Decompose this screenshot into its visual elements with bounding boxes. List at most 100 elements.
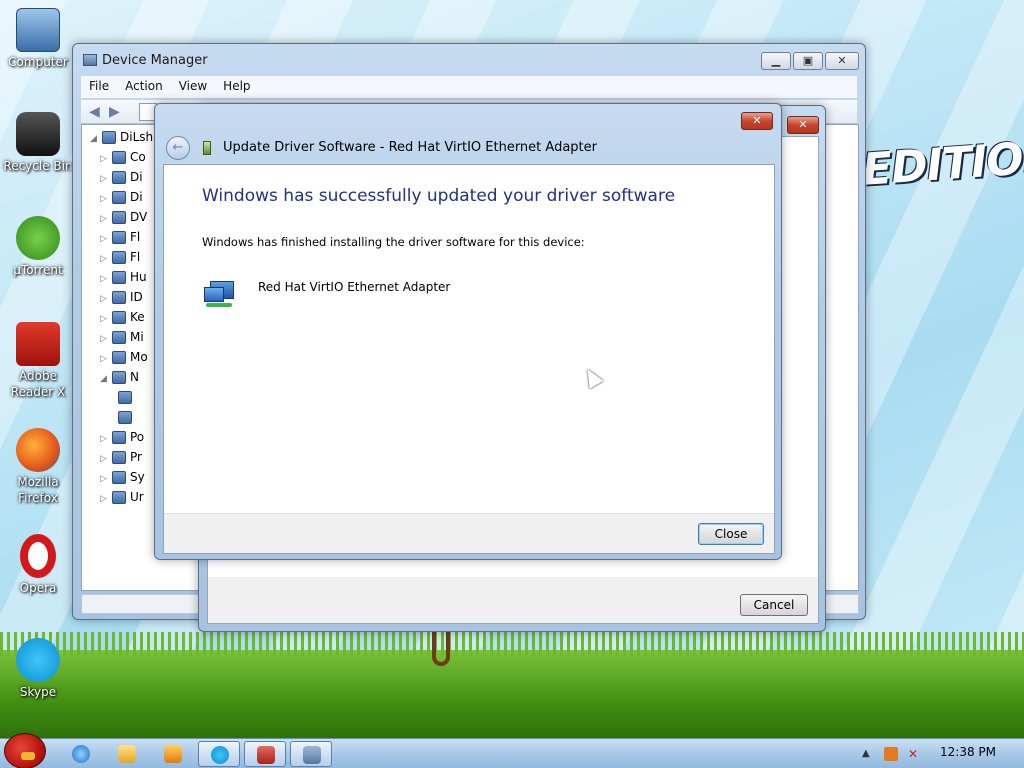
menu-help[interactable]: Help (215, 76, 258, 96)
tray-app-icon[interactable] (884, 747, 898, 761)
desktop-icon-label: Recycle Bin (3, 159, 73, 173)
close-button[interactable]: ✕ (825, 52, 859, 70)
tree-item[interactable] (118, 407, 136, 427)
menu-file[interactable]: File (81, 76, 117, 96)
maximize-button[interactable]: ▣ (793, 52, 823, 70)
menu-view[interactable]: View (171, 76, 215, 96)
show-hidden-icons-icon[interactable]: ▲ (862, 747, 876, 761)
network-adapter-icon (118, 391, 132, 404)
taskbar-skype[interactable] (198, 741, 240, 767)
taskbar-driver-wizard[interactable] (244, 741, 286, 767)
expand-arrow-icon: ▷ (100, 274, 107, 284)
tree-item[interactable]: ▷ Di (100, 167, 143, 187)
close-button[interactable]: ✕ (787, 116, 819, 134)
firefox-icon (16, 428, 60, 472)
close-icon: ✕ (798, 118, 808, 131)
computer-icon (102, 131, 116, 144)
device-category-icon (112, 431, 126, 444)
recycle-bin-icon (16, 112, 60, 156)
desktop-icon-label: Adobe Reader X (10, 369, 66, 399)
minimize-button[interactable]: ▁ (761, 52, 791, 70)
media-player-icon (164, 745, 182, 763)
driver-icon (203, 141, 211, 155)
close-dialog-button[interactable]: Close (698, 523, 764, 545)
network-adapter-icon (202, 279, 236, 309)
device-category-icon (112, 211, 126, 224)
collapse-arrow-icon: ◢ (100, 374, 107, 384)
expand-arrow-icon: ▷ (100, 314, 107, 324)
device-category-icon (112, 471, 126, 484)
expand-arrow-icon: ▷ (100, 194, 107, 204)
tree-item[interactable] (118, 387, 136, 407)
start-orb-beak (21, 752, 35, 760)
back-button[interactable]: ◀ (89, 103, 107, 121)
tree-item[interactable]: ▷ Mi (100, 327, 144, 347)
desktop-icon-label: Mozilla Firefox (17, 475, 59, 505)
dialog-footer: Close (164, 513, 774, 553)
expand-arrow-icon: ▷ (100, 234, 107, 244)
expand-arrow-icon: ▷ (100, 174, 107, 184)
restore-icon: ▣ (802, 54, 814, 67)
tree-root[interactable]: ◢ DiLsh (90, 127, 153, 147)
taskbar-internet-explorer[interactable] (60, 741, 102, 767)
usb-icon (112, 491, 126, 504)
tree-item[interactable]: ▷ Ke (100, 307, 145, 327)
folder-icon (118, 745, 136, 763)
close-button[interactable]: ✕ (741, 112, 773, 130)
tree-item[interactable]: ▷ DV (100, 207, 147, 227)
tree-item[interactable]: ▷ Pr (100, 447, 142, 467)
device-category-icon (112, 351, 126, 364)
tree-item[interactable]: ▷ Fl (100, 247, 140, 267)
wallpaper-slingshot (432, 632, 450, 666)
desktop-icon-utorrent[interactable]: µTorrent (0, 216, 76, 278)
device-category-icon (112, 231, 126, 244)
desktop-icon-skype[interactable]: Skype (0, 638, 76, 700)
volume-muted-icon[interactable]: ✕ (908, 747, 922, 761)
menu-bar: File Action View Help (81, 76, 857, 98)
tree-item[interactable]: ▷ ID (100, 287, 143, 307)
expand-arrow-icon: ▷ (100, 354, 107, 364)
tree-item[interactable]: ▷ Hu (100, 267, 147, 287)
forward-button[interactable]: ▶ (109, 103, 127, 121)
desktop-icon-opera[interactable]: Opera (0, 534, 76, 596)
dialog-content: Windows has successfully updated your dr… (163, 164, 775, 554)
tree-item[interactable]: ▷ Po (100, 427, 144, 447)
desktop-icon-label: µTorrent (13, 263, 63, 277)
minimize-icon: ▁ (771, 54, 781, 67)
desktop-icon-adobe-reader[interactable]: Adobe Reader X (0, 322, 76, 400)
success-heading: Windows has successfully updated your dr… (202, 186, 676, 206)
taskbar-media-player[interactable] (152, 741, 194, 767)
expand-arrow-icon: ▷ (100, 434, 107, 444)
back-button[interactable]: ← (166, 136, 190, 160)
expand-arrow-icon: ▷ (100, 454, 107, 464)
start-button[interactable] (4, 733, 46, 768)
expand-arrow-icon: ▷ (100, 494, 107, 504)
close-icon: ✕ (752, 114, 762, 127)
tree-item[interactable]: ◢ N (100, 367, 139, 387)
opera-icon (20, 534, 56, 578)
cancel-button[interactable]: Cancel (740, 594, 808, 616)
tree-item[interactable]: ▷ Ur (100, 487, 144, 507)
tree-item[interactable]: ▷ Co (100, 147, 146, 167)
close-icon: ✕ (837, 54, 847, 67)
update-driver-success-dialog[interactable]: ✕ ← Update Driver Software - Red Hat Vir… (154, 103, 782, 560)
skype-icon (16, 638, 60, 682)
tree-item[interactable]: ▷ Sy (100, 467, 145, 487)
clock[interactable]: 12:38 PM (940, 745, 996, 759)
taskbar-device-manager[interactable] (290, 741, 332, 767)
window-title: Device Manager (102, 53, 208, 68)
expand-arrow-icon: ▷ (100, 474, 107, 484)
tree-item[interactable]: ▷ Mo (100, 347, 148, 367)
desktop-icon-recycle-bin[interactable]: Recycle Bin (0, 112, 76, 174)
desktop-icon-label: Opera (19, 581, 57, 595)
device-category-icon (112, 451, 126, 464)
taskbar-explorer[interactable] (106, 741, 148, 767)
desktop-icon-computer[interactable]: Computer (0, 8, 76, 70)
device-category-icon (112, 191, 126, 204)
tree-item[interactable]: ▷ Di (100, 187, 143, 207)
finished-message: Windows has finished installing the driv… (202, 235, 585, 249)
menu-action[interactable]: Action (117, 76, 171, 96)
device-manager-icon (303, 746, 321, 764)
desktop-icon-firefox[interactable]: Mozilla Firefox (0, 428, 76, 506)
tree-item[interactable]: ▷ Fl (100, 227, 140, 247)
